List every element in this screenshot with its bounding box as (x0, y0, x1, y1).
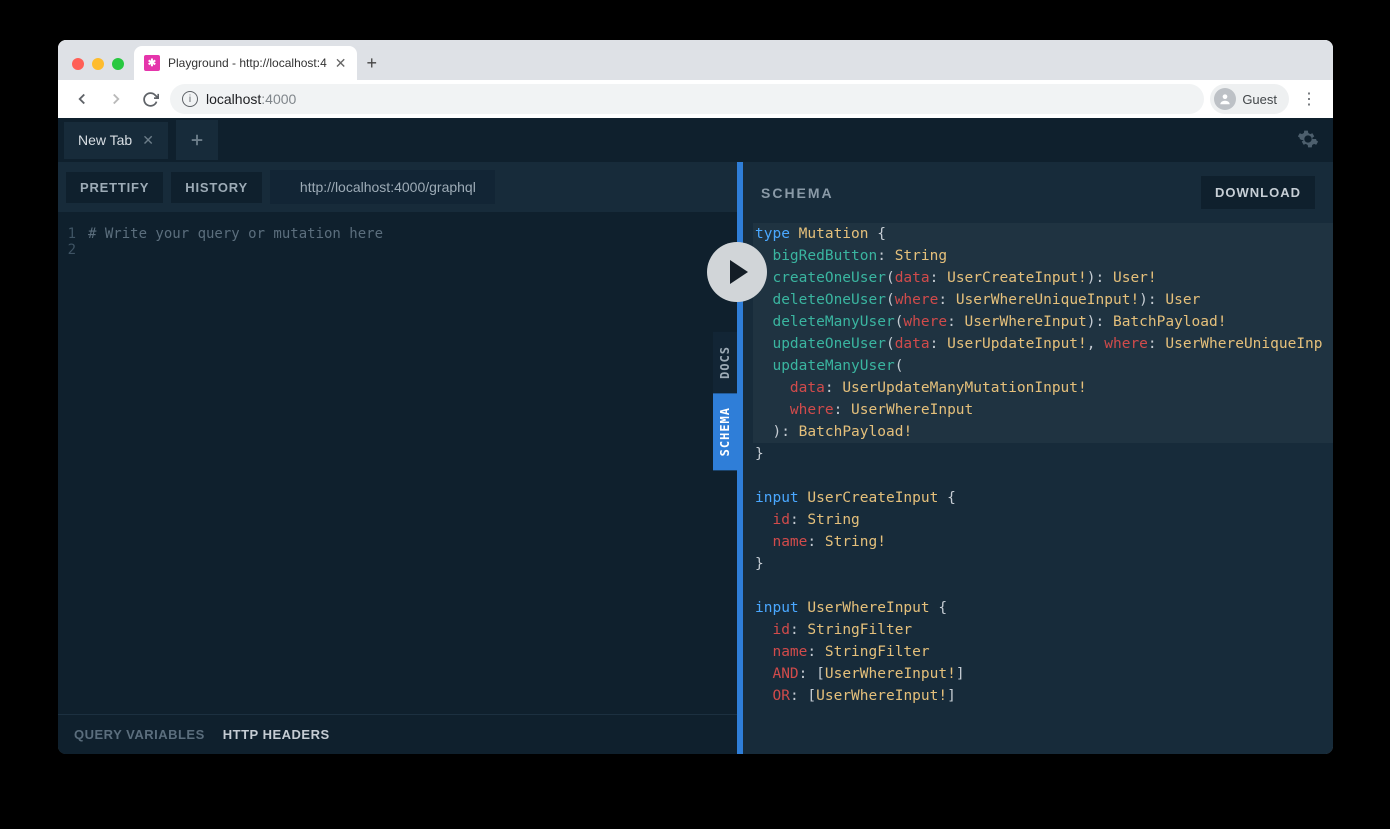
address-bar: i localhost:4000 Guest ⋮ (58, 80, 1333, 118)
window-controls (68, 58, 134, 80)
playground-app: New Tab ✕ PRETTIFY HISTORY (58, 118, 1333, 754)
browser-chrome: ✱ Playground - http://localhost:4 ✕ + i … (58, 40, 1333, 118)
app-tab-bar: New Tab ✕ (58, 118, 1333, 162)
back-button[interactable] (68, 85, 96, 113)
favicon-icon: ✱ (144, 55, 160, 71)
endpoint-input[interactable] (270, 170, 495, 204)
site-info-icon[interactable]: i (182, 91, 198, 107)
download-button[interactable]: DOWNLOAD (1201, 176, 1315, 209)
execute-button[interactable] (707, 242, 767, 302)
new-app-tab-button[interactable] (176, 120, 218, 160)
url-input[interactable]: i localhost:4000 (170, 84, 1204, 114)
schema-code[interactable]: type Mutation { bigRedButton: String cre… (743, 223, 1333, 754)
history-button[interactable]: HISTORY (171, 172, 262, 203)
line-number: 1 (58, 226, 88, 242)
forward-button[interactable] (102, 85, 130, 113)
editor-toolbar: PRETTIFY HISTORY (58, 162, 737, 212)
browser-tab[interactable]: ✱ Playground - http://localhost:4 ✕ (134, 46, 357, 80)
close-tab-icon[interactable]: ✕ (335, 55, 347, 72)
schema-title: SCHEMA (761, 185, 834, 201)
editor-placeholder: # Write your query or mutation here (88, 226, 383, 242)
docs-tab[interactable]: DOCS (713, 332, 737, 393)
editor-pane: PRETTIFY HISTORY 1 # Write your query or… (58, 162, 737, 754)
minimize-window-icon[interactable] (92, 58, 104, 70)
query-editor[interactable]: 1 # Write your query or mutation here 2 … (58, 212, 737, 714)
url-host: localhost (206, 91, 261, 107)
http-headers-tab[interactable]: HTTP HEADERS (223, 727, 330, 742)
main-split: PRETTIFY HISTORY 1 # Write your query or… (58, 162, 1333, 754)
browser-window: ✱ Playground - http://localhost:4 ✕ + i … (58, 40, 1333, 754)
side-tabs: DOCS SCHEMA (713, 332, 737, 470)
settings-button[interactable] (1297, 128, 1319, 155)
endpoint-input-wrap (270, 170, 729, 204)
play-icon (730, 260, 748, 284)
browser-tab-title: Playground - http://localhost:4 (168, 56, 327, 70)
tab-strip: ✱ Playground - http://localhost:4 ✕ + (58, 40, 1333, 80)
reload-button[interactable] (136, 85, 164, 113)
app-tab-label: New Tab (78, 132, 132, 148)
line-number: 2 (58, 242, 88, 258)
schema-tab[interactable]: SCHEMA (713, 393, 737, 470)
maximize-window-icon[interactable] (112, 58, 124, 70)
new-browser-tab-button[interactable]: + (357, 47, 388, 80)
schema-pane: SCHEMA DOWNLOAD type Mutation { bigRedBu… (743, 162, 1333, 754)
app-tab[interactable]: New Tab ✕ (64, 122, 168, 159)
close-window-icon[interactable] (72, 58, 84, 70)
profile-button[interactable]: Guest (1210, 84, 1289, 114)
avatar-icon (1214, 88, 1236, 110)
bottom-bar: QUERY VARIABLES HTTP HEADERS (58, 714, 737, 754)
guest-label: Guest (1242, 92, 1277, 107)
url-port: :4000 (261, 91, 296, 107)
schema-header: SCHEMA DOWNLOAD (743, 162, 1333, 223)
browser-menu-icon[interactable]: ⋮ (1295, 89, 1323, 109)
close-app-tab-icon[interactable]: ✕ (142, 132, 154, 149)
prettify-button[interactable]: PRETTIFY (66, 172, 163, 203)
query-variables-tab[interactable]: QUERY VARIABLES (74, 727, 205, 742)
